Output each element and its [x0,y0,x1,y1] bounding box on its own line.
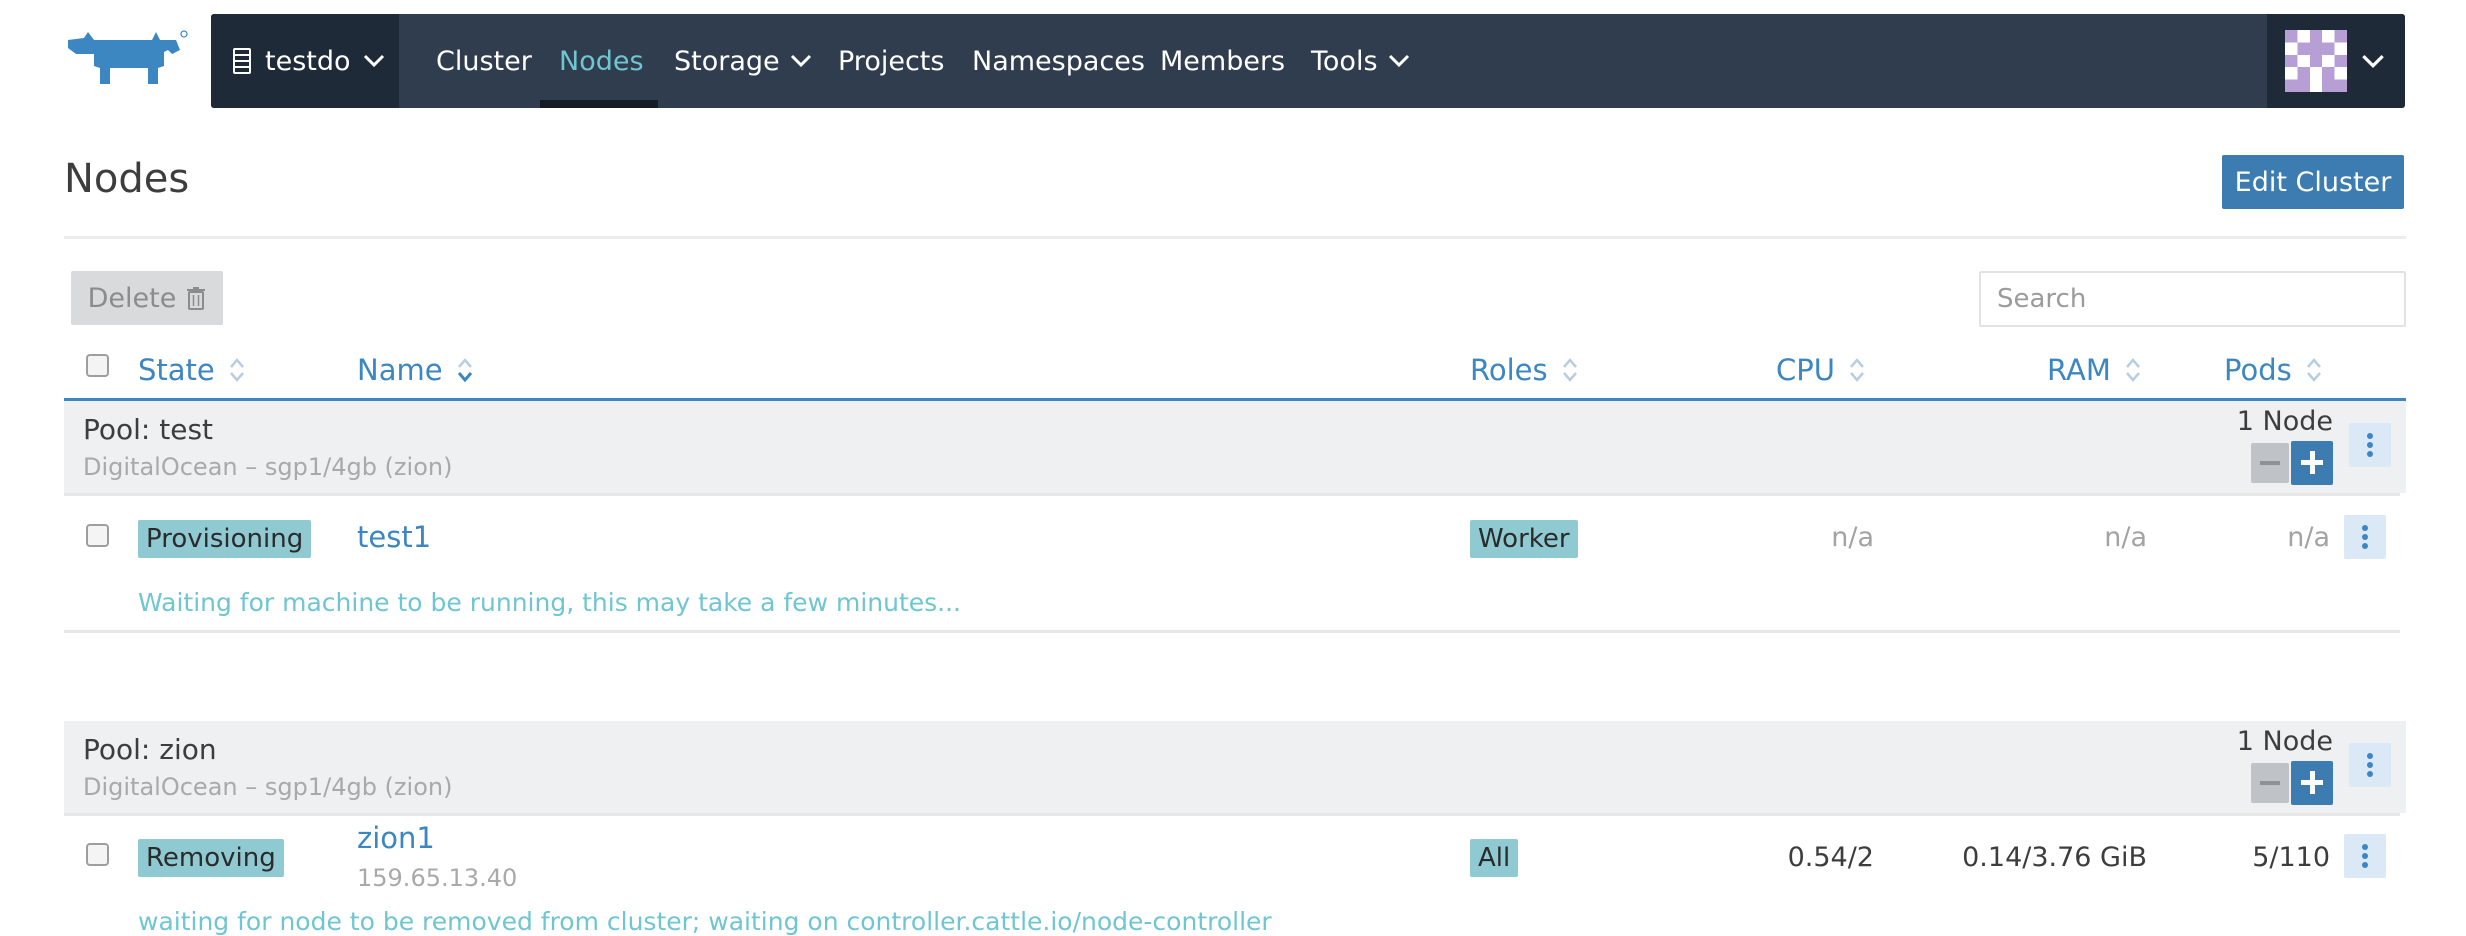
row-checkbox[interactable] [86,524,109,547]
node-name-link[interactable]: test1 [357,520,431,554]
row-actions-menu[interactable] [2344,515,2386,559]
cluster-name: testdo [265,45,351,77]
server-icon [233,48,251,74]
sort-descending-icon [457,358,472,383]
trash-icon [187,287,206,310]
nav-namespaces[interactable]: Namespaces [972,14,1145,108]
column-header-pods[interactable]: Pods [2224,350,2322,390]
nav-cluster[interactable]: Cluster [436,14,532,108]
active-tab-indicator [540,100,658,108]
role-badge: Worker [1470,520,1578,558]
rancher-logo[interactable] [64,28,188,86]
row-divider [64,813,2400,816]
sort-icon [2125,358,2140,382]
chevron-down-icon [363,54,384,68]
avatar [2285,30,2347,92]
pool-description: DigitalOcean – sgp1/4gb (zion) [83,773,453,801]
nav-nodes[interactable]: Nodes [559,14,644,108]
status-message: waiting for node to be removed from clus… [138,907,1272,936]
column-header-roles[interactable]: Roles [1470,350,1578,390]
column-header-cpu[interactable]: CPU [1776,350,1865,390]
scale-down-button[interactable] [2251,443,2289,483]
chevron-down-icon [790,54,811,68]
status-badge: Removing [138,839,284,877]
pool-node-count: 1 Node [2236,406,2333,437]
cluster-switcher[interactable]: testdo [211,14,399,108]
row-divider [64,493,2400,496]
pool-description: DigitalOcean – sgp1/4gb (zion) [83,453,453,481]
nav-projects[interactable]: Projects [838,14,944,108]
sort-icon [1850,358,1864,382]
row-checkbox[interactable] [86,843,109,866]
pool-group-header: Pool: zion DigitalOcean – sgp1/4gb (zion… [64,721,2406,813]
sort-icon [2306,358,2321,382]
delete-button[interactable]: Delete [71,271,223,325]
user-menu[interactable] [2267,14,2405,108]
scale-down-button[interactable] [2251,763,2289,803]
scale-up-button[interactable] [2291,761,2333,805]
page-title: Nodes [64,156,190,202]
chevron-down-icon [1388,54,1409,68]
column-header-name[interactable]: Name [357,350,473,390]
status-badge: Provisioning [138,520,312,558]
select-all-checkbox[interactable] [86,354,109,377]
status-message: Waiting for machine to be running, this … [138,588,961,617]
nav-members[interactable]: Members [1160,14,1285,108]
pods-value: 5/110 [2252,842,2330,873]
nav-storage[interactable]: Storage [674,14,812,108]
edit-cluster-button[interactable]: Edit Cluster [2222,155,2404,209]
ram-value: 0.14/3.76 GiB [1962,842,2147,873]
row-actions-menu[interactable] [2344,834,2386,878]
divider [64,236,2406,239]
column-header-ram[interactable]: RAM [2047,350,2141,390]
pool-name: Pool: zion [83,733,217,766]
scale-up-button[interactable] [2291,441,2333,485]
cpu-value: 0.54/2 [1787,842,1874,873]
node-ip-address: 159.65.13.40 [357,864,518,892]
sort-icon [229,358,244,382]
nav-tools[interactable]: Tools [1311,14,1410,108]
pool-actions-menu[interactable] [2349,743,2391,787]
top-navigation: testdo Cluster Nodes Storage Projects Na… [211,14,2405,108]
search-input[interactable] [1979,271,2406,327]
column-header-state[interactable]: State [138,350,245,390]
node-name-link[interactable]: zion1 [357,821,435,855]
role-badge: All [1470,839,1519,877]
chevron-down-icon [2362,54,2384,68]
cpu-value: n/a [1831,522,1874,553]
pool-actions-menu[interactable] [2349,423,2391,467]
row-divider [64,630,2400,633]
pool-name: Pool: test [83,413,214,446]
pods-value: n/a [2287,522,2330,553]
pool-group-header: Pool: test DigitalOcean – sgp1/4gb (zion… [64,401,2406,493]
pool-node-count: 1 Node [2236,726,2333,757]
ram-value: n/a [2104,522,2147,553]
sort-icon [1562,358,1577,382]
